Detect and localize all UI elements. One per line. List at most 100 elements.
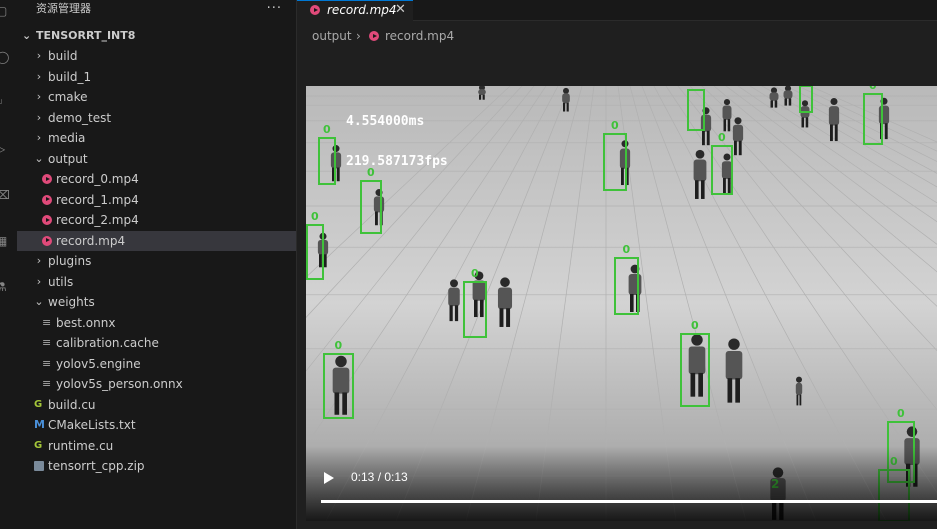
person-head: [801, 100, 809, 107]
person-leg: [702, 130, 705, 146]
tree-file[interactable]: M CMakeLists.txt: [17, 415, 296, 435]
person-body: [783, 90, 793, 99]
tree-file[interactable]: ≡ calibration.cache: [17, 333, 296, 353]
tree-item-label: build: [48, 49, 78, 63]
person-body: [373, 196, 385, 213]
tree-item-label: build.cu: [48, 397, 96, 412]
workspace-root-label: TENSORRT_INT8: [36, 29, 136, 42]
tree-item-label: record_2.mp4: [56, 213, 139, 227]
person-leg: [482, 94, 485, 100]
person-leg: [336, 167, 340, 182]
tree-folder-plugins[interactable]: › plugins: [17, 251, 296, 271]
tree-folder-demo_test[interactable]: › demo_test: [17, 108, 296, 128]
tree-item-label: record_1.mp4: [56, 192, 139, 207]
extensions-icon[interactable]: ▦: [0, 234, 10, 248]
person-body: [721, 161, 733, 179]
person-head: [695, 149, 705, 159]
person-leg: [727, 178, 731, 194]
person-head: [335, 355, 347, 368]
workspace-root[interactable]: ⌄ TENSORRT_INT8: [17, 27, 296, 45]
detection-label: 0: [869, 86, 877, 92]
person-leg: [342, 392, 347, 415]
files-icon[interactable]: ▢: [0, 4, 10, 18]
tree-file[interactable]: ≡ yolov5s_person.onnx: [17, 374, 296, 394]
more-actions-icon[interactable]: ···: [267, 0, 282, 17]
tree-folder-output[interactable]: ⌄ output: [17, 149, 296, 169]
video-file-icon: [42, 215, 52, 225]
explorer-title: 资源管理器: [36, 2, 91, 15]
tree-item-label: tensorrt_cpp.zip: [48, 459, 145, 473]
tree-file[interactable]: Gruntime.cu: [17, 436, 296, 456]
tree-file[interactable]: record.mp4: [17, 230, 296, 251]
person-leg: [830, 124, 833, 142]
person-leg: [738, 140, 742, 156]
latency-overlay: 4.554000ms: [346, 114, 425, 129]
tree-file[interactable]: tensorrt_cpp.zip: [17, 456, 296, 476]
cmake-file-icon: M: [34, 418, 45, 431]
explorer-sidebar: 资源管理器 ··· ⌄ TENSORRT_INT8 › build › build_1…: [17, 0, 297, 529]
play-icon[interactable]: [324, 472, 334, 484]
tree-item-label: cmake: [48, 90, 88, 104]
activity-bar: ▢ ◯ ⑂ ▷ ⌧ ▦ ⚗: [0, 0, 18, 529]
tree-folder-media[interactable]: › media: [17, 128, 296, 148]
tree-file[interactable]: record_2.mp4: [17, 210, 296, 230]
person-leg: [723, 119, 727, 132]
text-file-icon: ≡: [42, 315, 52, 329]
tree-item-label: best.onnx: [56, 315, 116, 330]
tree-folder-build_1[interactable]: › build_1: [17, 67, 296, 87]
video-file-icon: [369, 31, 379, 41]
tree-item-label: media: [48, 131, 86, 145]
tree-file[interactable]: record_0.mp4: [17, 169, 296, 189]
person-leg: [706, 130, 710, 146]
breadcrumb-folder[interactable]: output: [312, 28, 352, 44]
source-control-icon[interactable]: ⑂: [0, 96, 10, 110]
person-leg: [796, 394, 799, 406]
tree-item-label: demo_test: [48, 110, 112, 125]
video-time: 0:13 / 0:13: [351, 470, 408, 484]
person-body: [478, 89, 486, 95]
chevron-down-icon: ⌄: [22, 29, 32, 42]
tree-item-label: plugins: [48, 254, 92, 268]
person-body: [472, 280, 486, 301]
video-file-icon: [310, 5, 320, 15]
person-leg: [727, 378, 733, 403]
run-debug-icon[interactable]: ▷: [0, 142, 10, 156]
person-body: [722, 105, 732, 120]
chevron-right-icon: ›: [36, 49, 42, 62]
testing-icon[interactable]: ⚗: [0, 280, 10, 294]
tree-item-label: CMakeLists.txt: [48, 418, 136, 432]
tree-folder-utils[interactable]: › utils: [17, 272, 296, 292]
tab-label: record.mp4: [327, 3, 397, 17]
chevron-right-icon: ›: [36, 254, 42, 267]
chevron-down-icon: ⌄: [34, 151, 44, 165]
tree-file[interactable]: ≡ yolov5.engine: [17, 354, 296, 374]
person-leg: [334, 392, 340, 415]
video-player[interactable]: 000000000000002 4.554000ms 219.587173fps…: [306, 86, 937, 521]
person-leg: [566, 102, 569, 112]
person-leg: [323, 254, 327, 268]
progress-bar[interactable]: [321, 500, 937, 503]
tree-folder-build[interactable]: › build: [17, 46, 296, 66]
search-icon[interactable]: ◯: [0, 50, 10, 64]
tree-item-label: utils: [48, 274, 74, 289]
person-leg: [734, 140, 737, 156]
tree-item-label: build_1: [48, 69, 92, 84]
text-file-icon: ≡: [42, 356, 52, 370]
tree-folder-cmake[interactable]: › cmake: [17, 87, 296, 107]
breadcrumb-file[interactable]: record.mp4: [385, 28, 454, 44]
person-head: [728, 338, 740, 350]
close-icon[interactable]: ✕: [395, 2, 406, 17]
remote-icon[interactable]: ⌧: [0, 188, 10, 202]
detection-label: 0: [692, 86, 700, 88]
person-body: [693, 159, 707, 182]
tab-record-mp4[interactable]: record.mp4 ✕: [297, 0, 413, 21]
person-body: [562, 93, 570, 104]
cuda-file-icon: G: [34, 398, 43, 410]
tree-file[interactable]: record_1.mp4: [17, 190, 296, 210]
tree-file[interactable]: Gbuild.cu: [17, 395, 296, 415]
tree-folder-weights[interactable]: ⌄ weights: [17, 292, 296, 312]
tree-file[interactable]: ≡ best.onnx: [17, 313, 296, 333]
chevron-down-icon: ⌄: [34, 295, 44, 308]
detection-label: 0: [691, 319, 699, 332]
detection-label: 0: [623, 243, 631, 256]
